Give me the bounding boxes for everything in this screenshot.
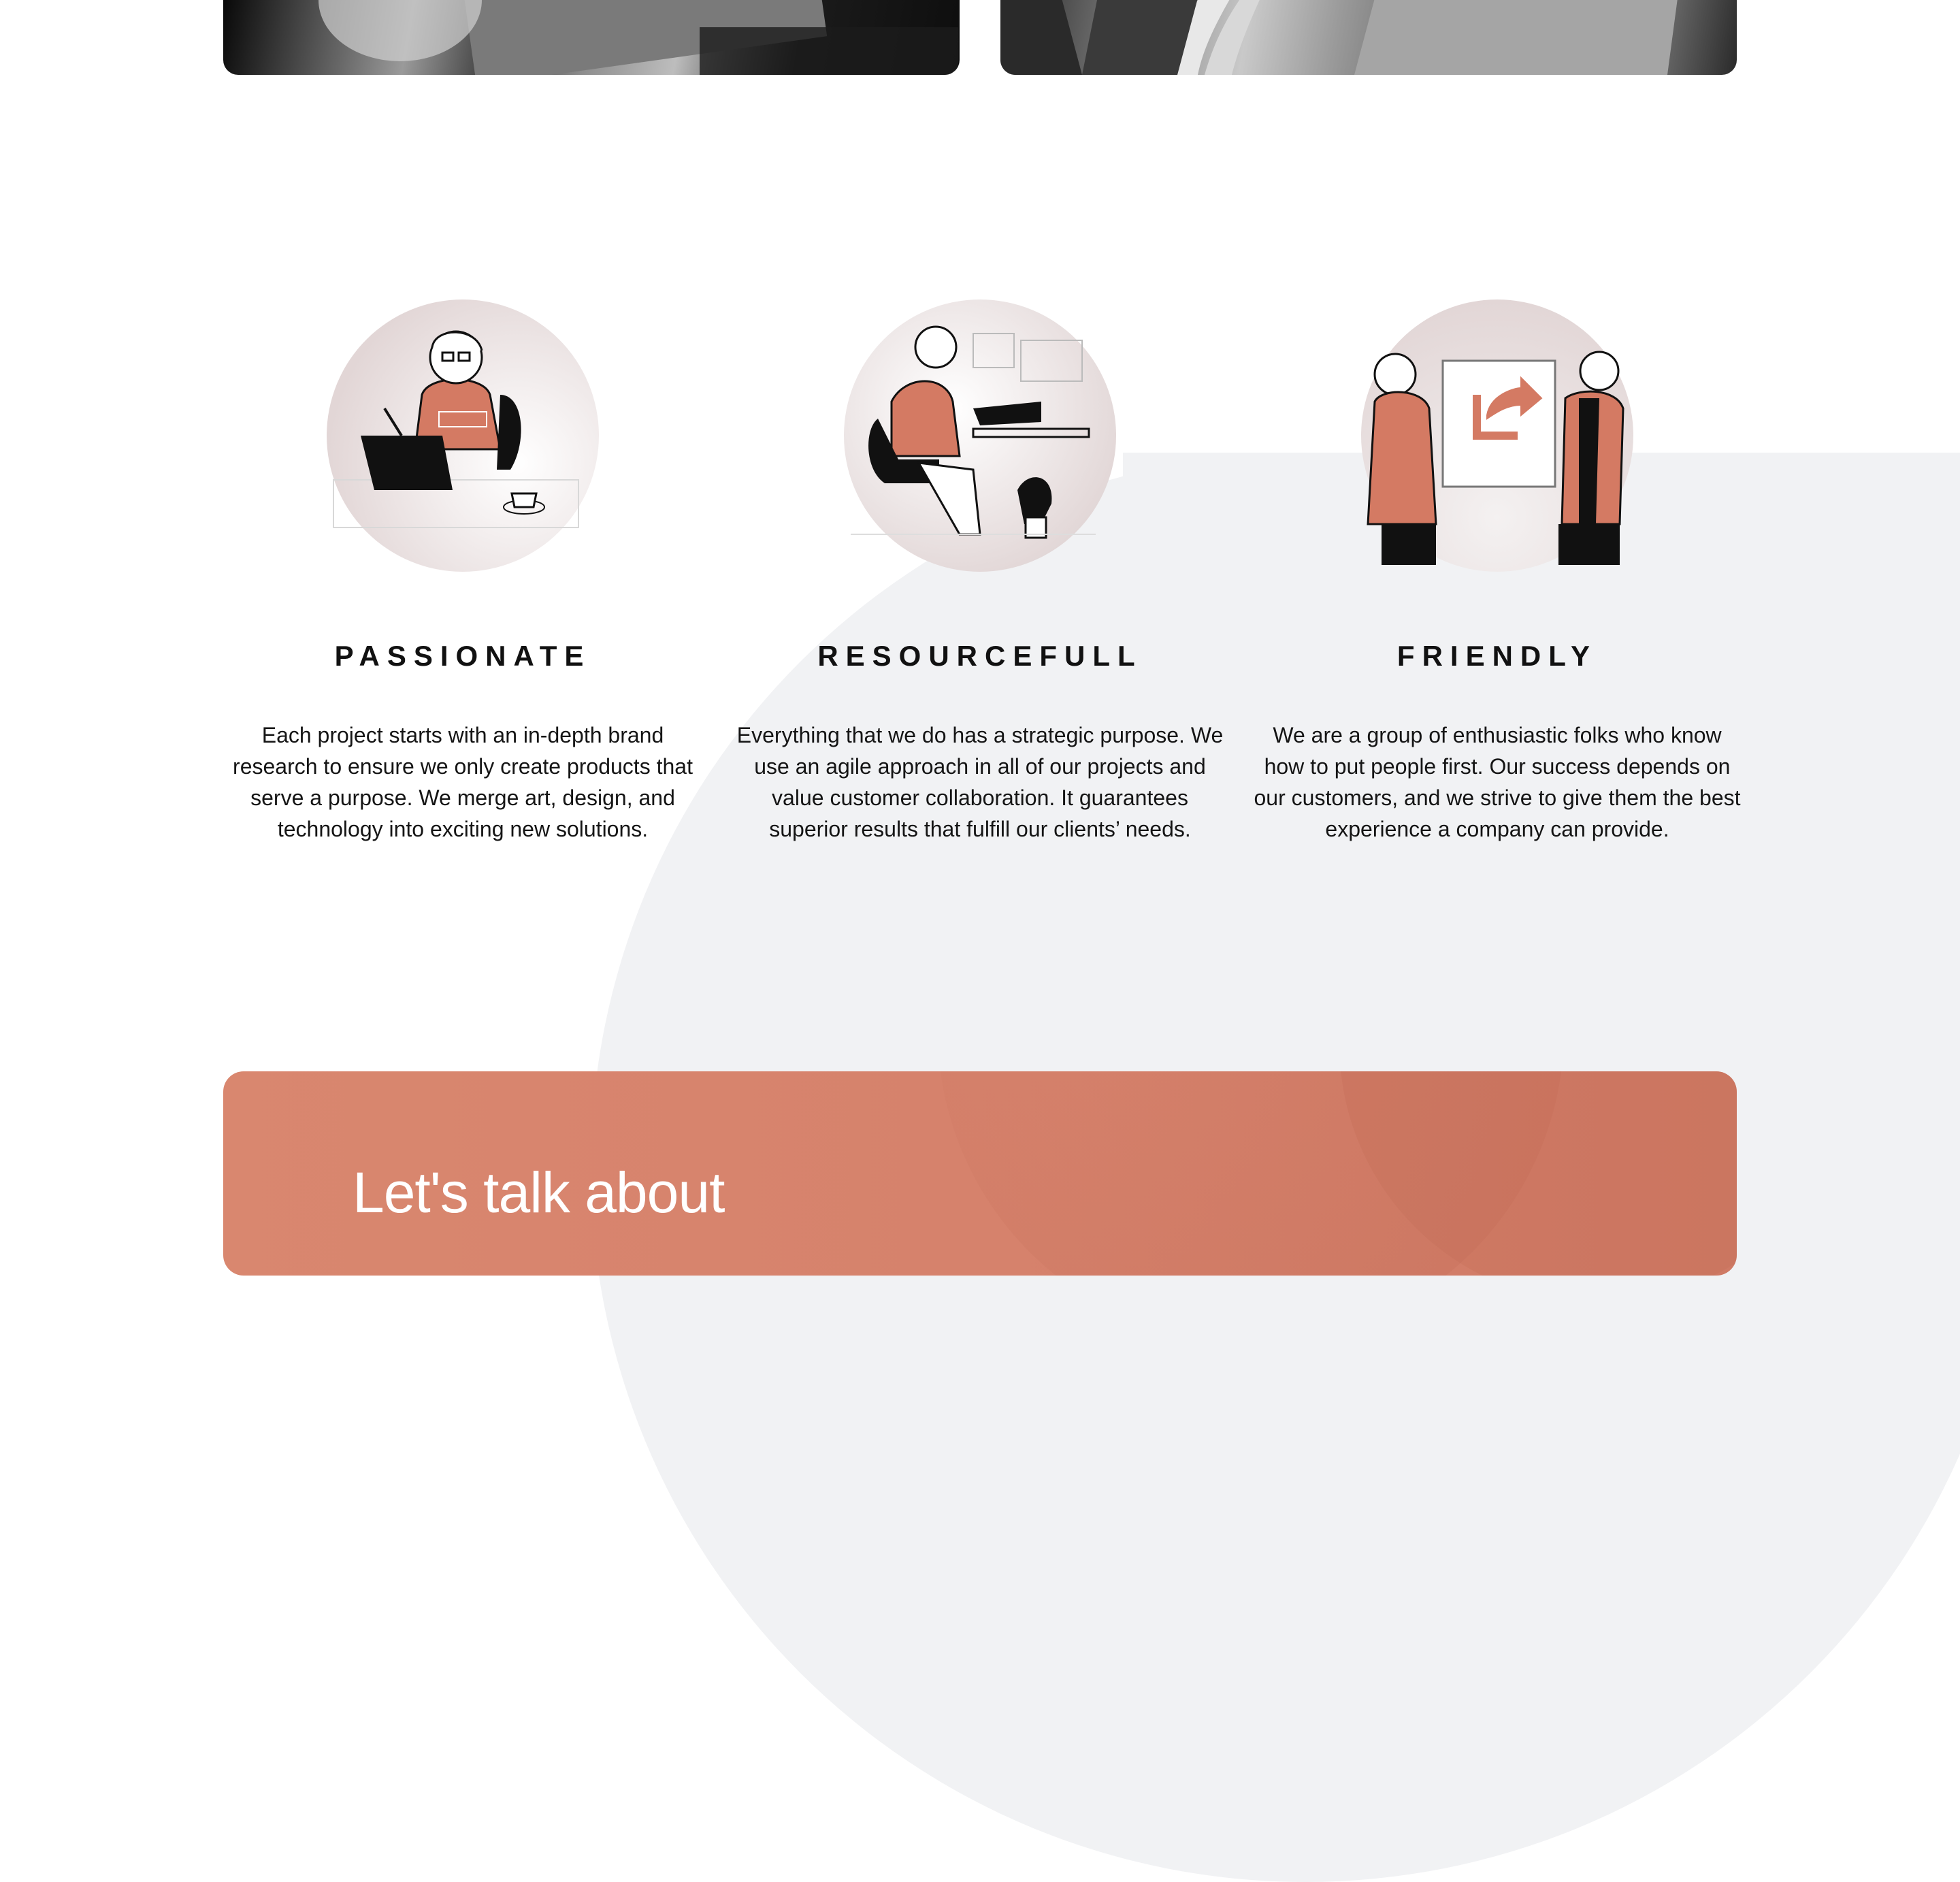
friendly-illustration bbox=[1354, 299, 1640, 585]
feature-passionate: PASSIONATE Each project starts with an i… bbox=[218, 299, 708, 841]
feature-description: We are a group of enthusiastic folks who… bbox=[1254, 723, 1741, 841]
feature-description: Each project starts with an in-depth bra… bbox=[233, 723, 693, 841]
passionate-illustration bbox=[320, 299, 606, 585]
team-photo-right bbox=[1000, 0, 1737, 75]
feature-description: Everything that we do has a strategic pu… bbox=[736, 723, 1224, 841]
feature-title: FRIENDLY bbox=[1396, 640, 1598, 672]
feature-title: PASSIONATE bbox=[334, 640, 591, 672]
feature-resourcefull: RESOURCEFULL Everything that we do has a… bbox=[735, 299, 1225, 841]
feature-friendly: FRIENDLY We are a group of enthusiastic … bbox=[1252, 299, 1742, 841]
team-photo-left bbox=[223, 0, 960, 75]
feature-title: RESOURCEFULL bbox=[817, 640, 1143, 672]
resourcefull-illustration bbox=[837, 299, 1123, 585]
cta-heading: Let's talk about bbox=[353, 1161, 725, 1224]
contact-cta-card[interactable]: Let's talk about bbox=[223, 1071, 1737, 1276]
